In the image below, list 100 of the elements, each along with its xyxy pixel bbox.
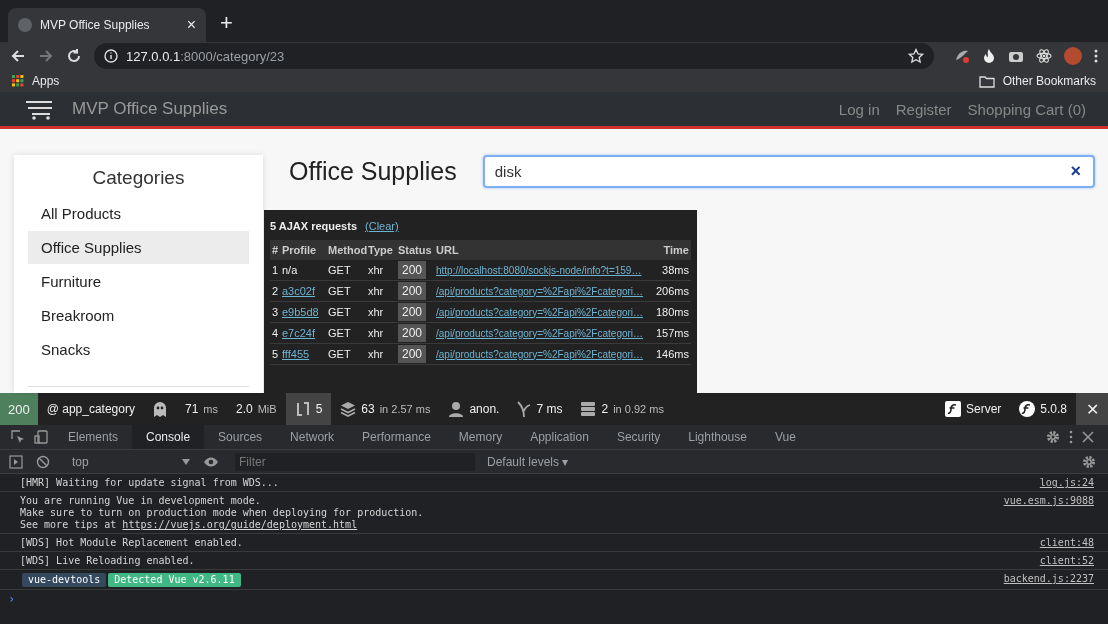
database-toolbar-item[interactable]: 63 in 2.57 ms <box>331 393 440 425</box>
info-icon <box>104 49 118 63</box>
bookmark[interactable]: Apps <box>12 74 60 88</box>
category-item[interactable]: Snacks <box>28 333 249 366</box>
table-cell: 206ms <box>651 280 691 302</box>
ajax-title: 5 AJAX requests <box>270 220 358 232</box>
menu-icon[interactable] <box>1094 48 1098 64</box>
category-item[interactable]: Furniture <box>28 265 249 298</box>
ajax-toolbar-item[interactable]: 5 <box>285 393 332 425</box>
forward-icon[interactable] <box>38 48 54 64</box>
settings-icon[interactable] <box>1046 430 1060 444</box>
nav-link[interactable]: Log in <box>838 100 880 118</box>
other-bookmarks[interactable]: Other Bookmarks <box>978 74 1096 88</box>
camera-icon[interactable] <box>1008 49 1024 63</box>
clear-search-button[interactable]: × <box>1070 161 1081 182</box>
column-header: Method <box>326 240 366 260</box>
status-badge: 200 <box>398 282 427 300</box>
memory-usage[interactable]: 2.0 MiB <box>227 393 286 425</box>
profile-link[interactable]: fff455 <box>282 348 310 360</box>
table-cell: 146ms <box>651 343 691 365</box>
browser-tab[interactable]: MVP Office Supplies × <box>8 8 206 42</box>
column-header: Type <box>366 240 396 260</box>
version-toolbar-item[interactable]: 5.0.8 <box>1010 393 1076 425</box>
folder-icon <box>978 74 995 88</box>
settings-icon[interactable] <box>1082 454 1096 469</box>
devtools-tab[interactable]: Vue <box>760 425 810 449</box>
table-cell: GET <box>326 301 366 323</box>
cache-toolbar-item[interactable]: 2 in 0.92 ms <box>571 393 673 425</box>
category-item[interactable]: Office Supplies <box>28 231 249 264</box>
close-tab-button[interactable]: × <box>186 16 196 34</box>
table-cell: xhr <box>366 343 396 365</box>
sidebar-toggle-icon[interactable] <box>9 454 23 469</box>
filter-field[interactable]: Filter <box>235 452 475 471</box>
console-message: Make sure to turn on production mode when deploying for production. <box>20 507 425 519</box>
console-message: [WDS] Hot Module Replacement enabled. <box>20 537 244 549</box>
devtools-tab[interactable]: Sources <box>204 425 277 449</box>
devtools-tab[interactable]: Security <box>602 425 675 449</box>
profile-link[interactable]: e7c24f <box>282 327 316 339</box>
request-time[interactable]: 71 ms <box>175 393 227 425</box>
atom-icon[interactable] <box>1036 48 1052 64</box>
context-select[interactable]: top <box>60 454 196 469</box>
clear-link[interactable]: (Clear) <box>365 220 399 232</box>
devtools-tab[interactable]: Network <box>276 425 349 449</box>
url-link[interactable]: /api/products?category=%2Fapi%2Fcategori… <box>436 306 644 318</box>
source-link[interactable]: log.js:24 <box>1039 477 1094 489</box>
url-link[interactable]: /api/products?category=%2Fapi%2Fcategori… <box>436 285 644 297</box>
devtools-tab[interactable]: Lighthouse <box>674 425 761 449</box>
user-toolbar-item[interactable]: anon. <box>439 393 509 425</box>
search-field[interactable]: disk × <box>482 155 1095 188</box>
more-icon[interactable] <box>1069 430 1073 444</box>
url-link[interactable]: /api/products?category=%2Fapi%2Fcategori… <box>436 348 644 360</box>
site-brand[interactable]: MVP Office Supplies <box>72 99 228 119</box>
category-item[interactable]: Breakroom <box>28 299 249 332</box>
docs-link[interactable]: https://vuejs.org/guide/deployment.html <box>122 519 358 531</box>
status-code[interactable]: 200 <box>0 393 38 425</box>
nav-link[interactable]: Shopping Cart (0) <box>967 100 1086 118</box>
table-cell: 38ms <box>651 260 691 281</box>
device-icon[interactable] <box>34 430 48 444</box>
console-prompt[interactable]: › <box>0 590 24 608</box>
inspect-icon[interactable] <box>11 430 25 444</box>
table-cell: GET <box>326 343 366 365</box>
symfony-logo-icon <box>944 401 961 417</box>
table-cell: 3 <box>270 301 280 323</box>
table-cell: xhr <box>366 301 396 323</box>
category-item[interactable]: All Products <box>28 197 249 230</box>
url-link[interactable]: http://localhost:8080/sockjs-node/info?t=159… <box>436 264 642 276</box>
route-name[interactable]: @ app_category <box>37 393 144 425</box>
url-text: 127.0.0.1:8000/category/23 <box>126 48 285 64</box>
extension-icon[interactable] <box>954 48 970 64</box>
new-tab-button[interactable]: + <box>220 10 233 36</box>
devtools-tab[interactable]: Console <box>132 425 205 449</box>
nav-link[interactable]: Register <box>895 100 952 118</box>
eye-icon[interactable] <box>203 455 219 468</box>
source-link[interactable]: client:48 <box>1039 537 1094 549</box>
apps-grid-icon <box>12 75 24 87</box>
profile-link[interactable]: e9b5d8 <box>282 306 319 318</box>
close-icon[interactable] <box>1082 431 1094 443</box>
address-bar[interactable]: 127.0.0.1:8000/category/23 <box>94 43 934 69</box>
reload-icon[interactable] <box>66 48 82 64</box>
devtools-tab[interactable]: Memory <box>444 425 517 449</box>
levels-dropdown[interactable]: Default levels ▾ <box>487 454 569 469</box>
profile-link[interactable]: a3c02f <box>282 285 316 297</box>
table-cell: xhr <box>366 260 396 281</box>
console-badge: vue-devtools <box>22 573 107 587</box>
source-link[interactable]: vue.esm.js:9088 <box>1003 495 1094 531</box>
devtools-tab[interactable]: Performance <box>348 425 445 449</box>
source-link[interactable]: client:52 <box>1039 555 1094 567</box>
twig-toolbar-item[interactable]: 7 ms <box>508 393 572 425</box>
table-cell: 1 <box>270 260 280 281</box>
url-link[interactable]: /api/products?category=%2Fapi%2Fcategori… <box>436 327 644 339</box>
ghost-icon[interactable] <box>151 400 168 418</box>
clear-console-icon[interactable] <box>36 454 50 469</box>
devtools-tab[interactable]: Application <box>516 425 603 449</box>
star-icon[interactable] <box>908 48 924 64</box>
back-icon[interactable] <box>10 48 26 64</box>
devtools-tab[interactable]: Elements <box>54 425 133 449</box>
flame-icon[interactable] <box>982 48 996 64</box>
source-link[interactable]: backend.js:2237 <box>1003 573 1094 587</box>
close-toolbar-button[interactable]: ✕ <box>1076 393 1108 425</box>
server-toolbar-item[interactable]: Server <box>935 393 1011 425</box>
